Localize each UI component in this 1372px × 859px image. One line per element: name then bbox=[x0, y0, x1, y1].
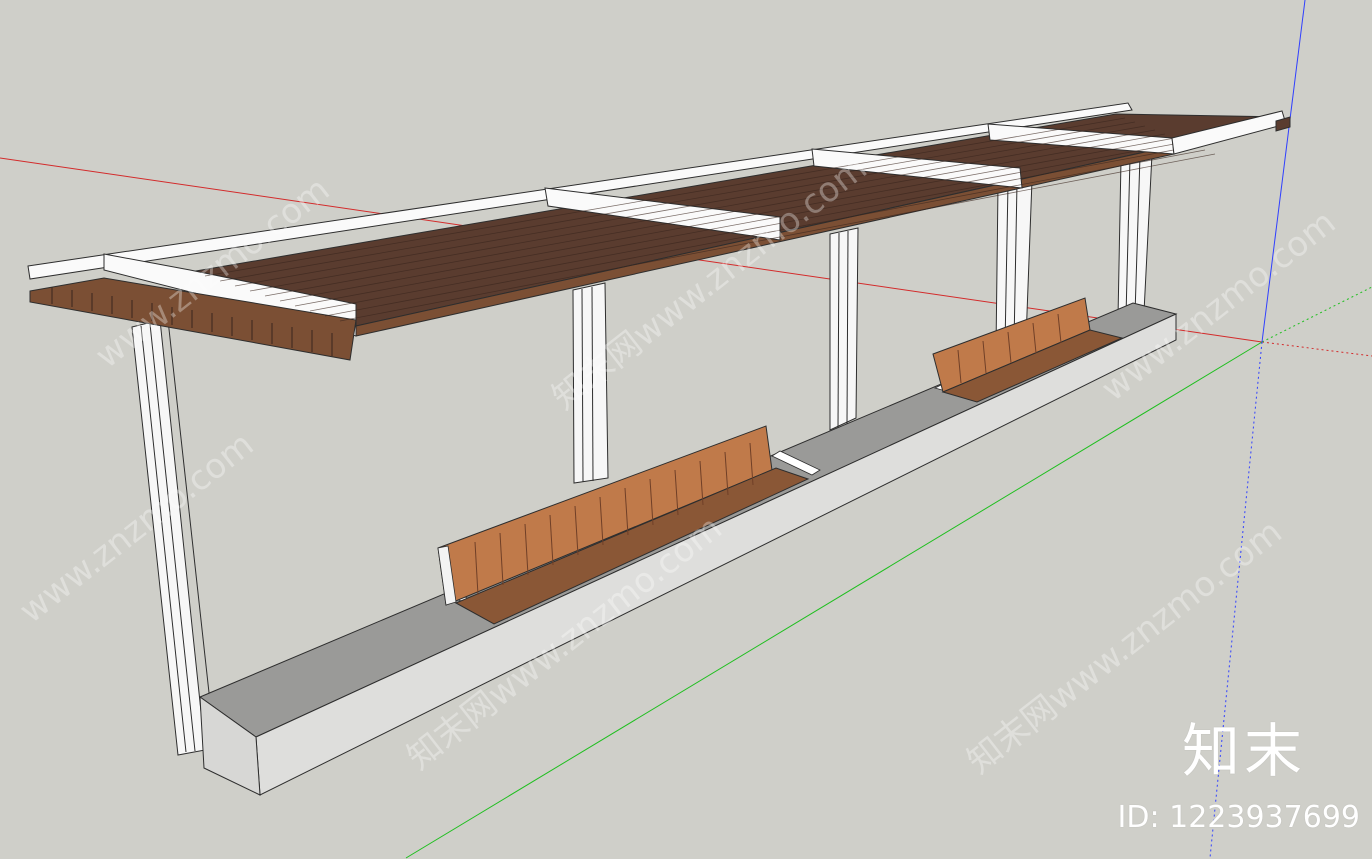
brand-logo-text: 知末 bbox=[1181, 717, 1306, 785]
model-id-label: ID: 1223937699 bbox=[1117, 800, 1360, 835]
brand-logo: 知末 bbox=[1146, 722, 1306, 792]
sketchup-viewport[interactable]: www.znzmo.com 知末网www.znzmo.com 知末网www.zn… bbox=[0, 0, 1372, 859]
column-5 bbox=[1117, 153, 1153, 319]
green-axis-dotted bbox=[1261, 286, 1372, 343]
column-3 bbox=[829, 227, 859, 431]
red-axis-dotted bbox=[1261, 341, 1372, 357]
